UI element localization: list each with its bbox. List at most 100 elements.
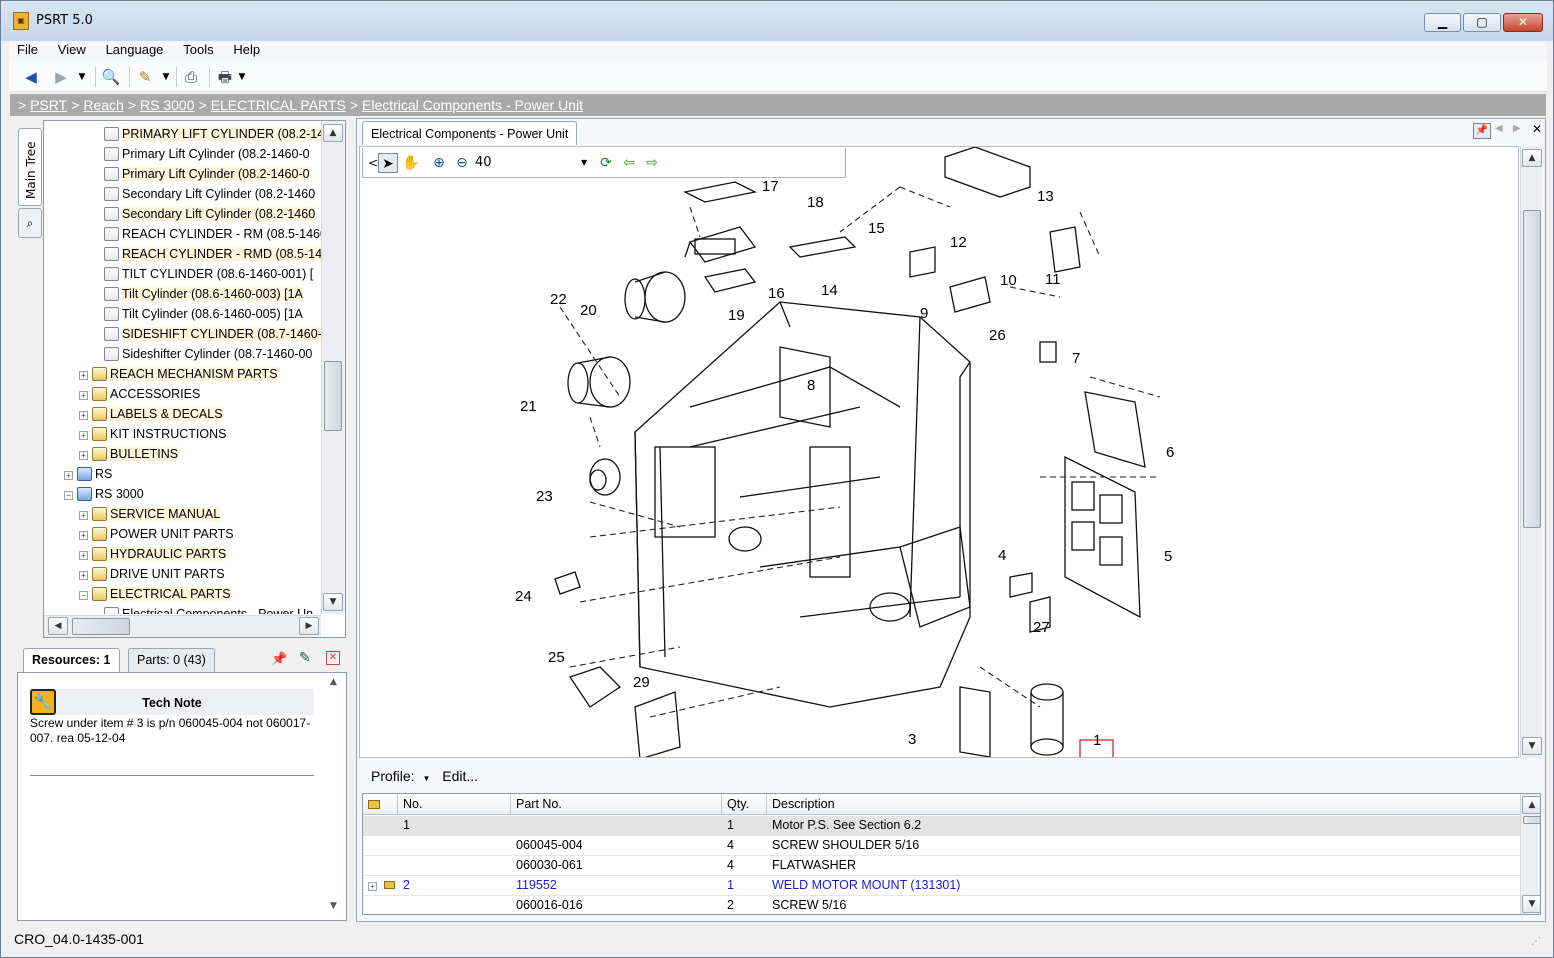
column-description[interactable]: Description xyxy=(767,794,1520,815)
table-row[interactable]: 060045-004 4 SCREW SHOULDER 5/16 xyxy=(363,836,1520,856)
tree-item[interactable]: Secondary Lift Cylinder (08.2-1460 xyxy=(104,204,316,224)
menu-file[interactable]: File xyxy=(9,41,46,59)
pan-hand-icon[interactable]: ✋ xyxy=(401,153,421,173)
tree-item[interactable]: − RS 3000 xyxy=(64,484,144,504)
expand-icon[interactable]: + xyxy=(79,511,88,520)
next-page-arrow-icon[interactable]: ⇨ xyxy=(642,153,662,173)
expand-icon[interactable]: + xyxy=(79,371,88,380)
callout-label[interactable]: 13 xyxy=(1037,188,1054,205)
expand-icon[interactable]: + xyxy=(79,571,88,580)
table-scroll-thumb[interactable] xyxy=(1523,816,1540,824)
print-icon[interactable]: 🖶 xyxy=(213,66,237,88)
drawing-scroll-down[interactable]: ▼ xyxy=(1522,737,1542,755)
breadcrumb-rs3000[interactable]: RS 3000 xyxy=(140,97,194,113)
dropdown-icon[interactable]: ▼ xyxy=(75,66,89,88)
tree-item[interactable]: Tilt Cylinder (08.6-1460-005) [1A xyxy=(104,304,303,324)
search-document-icon[interactable]: 🔍 xyxy=(99,66,123,88)
prev-page-arrow-icon[interactable]: ⇦ xyxy=(619,153,639,173)
expand-icon[interactable]: + xyxy=(79,551,88,560)
tree-item[interactable]: Tilt Cylinder (08.6-1460-003) [1A xyxy=(104,284,303,304)
expand-icon[interactable]: + xyxy=(79,411,88,420)
tab-parts[interactable]: Parts: 0 (43) xyxy=(128,648,215,672)
close-panel-icon[interactable]: ✕ xyxy=(326,651,340,665)
tab-main-tree[interactable]: Main Tree xyxy=(18,128,42,206)
scroll-right-button[interactable]: ▶ xyxy=(299,617,319,635)
callout-label[interactable]: 9 xyxy=(920,305,928,322)
tree-vertical-scrollbar[interactable]: ▲ ▼ xyxy=(321,121,345,614)
callout-label[interactable]: 10 xyxy=(1000,272,1017,289)
table-row[interactable]: 1 1 Motor P.S. See Section 6.2 xyxy=(363,816,1520,836)
column-no[interactable]: No. xyxy=(398,794,511,815)
tree-item[interactable]: + DRIVE UNIT PARTS xyxy=(79,564,225,584)
breadcrumb-reach[interactable]: Reach xyxy=(83,97,123,113)
menu-help[interactable]: Help xyxy=(225,41,268,59)
table-scroll-up[interactable]: ▲ xyxy=(1522,796,1540,814)
refresh-icon[interactable]: ⟳ xyxy=(596,153,616,173)
profile-edit-link[interactable]: Edit... xyxy=(442,768,478,784)
edit-notes-icon[interactable]: ✎ xyxy=(133,66,157,88)
expand-icon[interactable]: + xyxy=(79,391,88,400)
callout-label[interactable]: 24 xyxy=(515,588,532,605)
column-qty[interactable]: Qty. xyxy=(722,794,767,815)
tree-item[interactable]: Secondary Lift Cylinder (08.2-1460 xyxy=(104,184,315,204)
tree-item[interactable]: + POWER UNIT PARTS xyxy=(79,524,234,544)
tree-item[interactable]: + RS xyxy=(64,464,112,484)
expand-icon[interactable]: + xyxy=(79,531,88,540)
callout-label[interactable]: 7 xyxy=(1072,350,1080,367)
callout-label[interactable]: 27 xyxy=(1033,619,1050,636)
profile-label[interactable]: Profile: xyxy=(371,768,415,784)
drawing-scrollbar[interactable]: ▲ ▼ xyxy=(1520,146,1542,758)
zoom-in-icon[interactable]: ⊕ xyxy=(429,153,449,173)
print-dropdown-icon[interactable]: ▼ xyxy=(235,66,249,88)
table-row[interactable]: 060016-016 2 SCREW 5/16 xyxy=(363,896,1520,914)
tree-item[interactable]: − ELECTRICAL PARTS xyxy=(79,584,231,604)
tree-horizontal-scrollbar[interactable]: ◀ ▶ xyxy=(44,615,321,637)
zoom-out-icon[interactable]: ⊖ xyxy=(452,153,472,173)
tree-item[interactable]: + BULLETINS xyxy=(79,444,179,464)
callout-label[interactable]: 22 xyxy=(550,291,567,308)
scroll-down-button[interactable]: ▼ xyxy=(323,593,343,611)
zoom-level-select[interactable]: 40 ▼ xyxy=(475,153,591,173)
callout-label[interactable]: 1 xyxy=(1093,732,1101,749)
callout-label[interactable]: 16 xyxy=(768,285,785,302)
table-scrollbar[interactable]: ▲ ▼ xyxy=(1520,794,1540,914)
breadcrumb-psrt[interactable]: PSRT xyxy=(30,97,67,113)
pointer-tool-icon[interactable]: ➤ xyxy=(378,153,398,173)
callout-label[interactable]: 4 xyxy=(998,547,1006,564)
callout-label[interactable]: 6 xyxy=(1166,444,1174,461)
tree-item[interactable]: REACH CYLINDER - RMD (08.5-146 xyxy=(104,244,321,264)
callout-label[interactable]: 20 xyxy=(580,302,597,319)
callout-label[interactable]: 25 xyxy=(548,649,565,666)
drawing-scroll-thumb[interactable] xyxy=(1523,210,1541,528)
callout-label[interactable]: 29 xyxy=(633,674,650,691)
menu-tools[interactable]: Tools xyxy=(175,41,221,59)
edit-dropdown-icon[interactable]: ▼ xyxy=(159,66,173,88)
scroll-up-button[interactable]: ▲ xyxy=(323,124,343,142)
tab-close-icon[interactable]: ✕ xyxy=(1532,122,1542,136)
scroll-left-button[interactable]: ◀ xyxy=(48,617,68,635)
search-icon[interactable]: ⌕ xyxy=(18,208,42,238)
callout-label[interactable]: 8 xyxy=(807,377,815,394)
callout-label[interactable]: 15 xyxy=(868,220,885,237)
callout-label[interactable]: 19 xyxy=(728,307,745,324)
scroll-down-icon[interactable]: ▼ xyxy=(330,901,337,911)
tab-next-icon[interactable]: ▶ xyxy=(1513,123,1521,134)
tree-item[interactable]: + KIT INSTRUCTIONS xyxy=(79,424,226,444)
zoom-dropdown-icon[interactable]: ▼ xyxy=(581,153,587,173)
parts-drawing[interactable]: 1 3 4 5 6 7 8 9 10 11 12 13 14 15 16 17 18 19 20 21 22 23 24 25… xyxy=(359,146,1519,758)
maximize-button[interactable]: ▢ xyxy=(1463,13,1501,32)
forward-arrow-icon[interactable]: ▶ xyxy=(49,66,73,88)
close-button[interactable]: ✕ xyxy=(1503,13,1543,32)
print-preview-icon[interactable]: ⎙ xyxy=(179,66,203,88)
tree-item[interactable]: + ACCESSORIES xyxy=(79,384,200,404)
callout-label[interactable]: 3 xyxy=(908,731,916,748)
pin-tab-icon[interactable]: 📌 xyxy=(1473,123,1491,139)
breadcrumb-current-page[interactable]: Electrical Components - Power Unit xyxy=(362,97,583,113)
folder-column-icon[interactable] xyxy=(363,794,398,815)
tree-item[interactable]: + HYDRAULIC PARTS xyxy=(79,544,227,564)
tab-document[interactable]: Electrical Components - Power Unit xyxy=(362,121,578,145)
menu-view[interactable]: View xyxy=(50,41,94,59)
back-arrow-icon[interactable]: ◀ xyxy=(19,66,43,88)
h-scroll-thumb[interactable] xyxy=(72,618,130,635)
row-icon-cell[interactable]: + xyxy=(363,876,398,896)
